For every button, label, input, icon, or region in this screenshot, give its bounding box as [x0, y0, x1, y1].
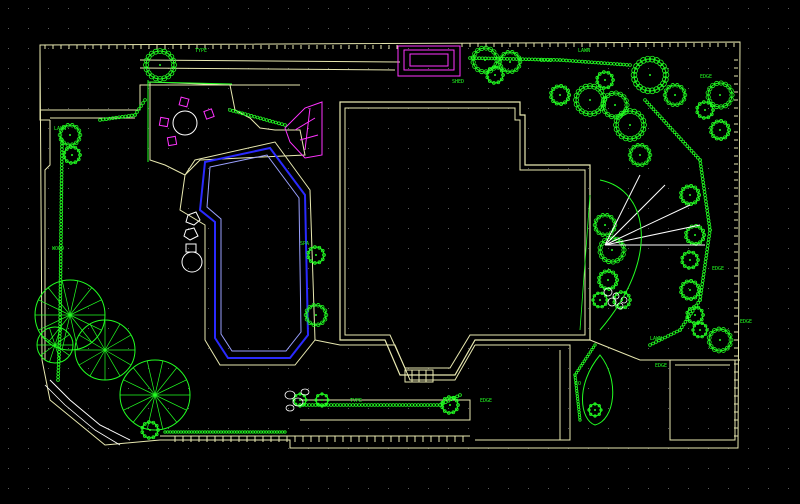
label-top-fence: TYPE — [195, 48, 207, 54]
label-right-low: EDGE — [740, 319, 752, 325]
label-right-mid: EDGE — [712, 266, 724, 272]
label-court: CO — [575, 381, 581, 387]
label-bed-3: EDGE — [655, 363, 667, 369]
label-gate: EDGE — [540, 58, 552, 64]
label-bed-1: LAWN — [650, 336, 662, 342]
label-right-hedge: EDGE — [700, 74, 712, 80]
landscape-site-plan: TYPE WOOD EDGE EDGE TYPE SHED LAWN EDGE … — [0, 0, 800, 500]
label-top-right: LAWN — [578, 48, 590, 54]
label-sidewalk: LAWN — [54, 126, 66, 132]
label-spa: SPA — [300, 241, 309, 247]
cad-viewport[interactable]: TYPE WOOD EDGE EDGE TYPE SHED LAWN EDGE … — [0, 0, 800, 500]
label-shed: SHED — [452, 79, 464, 85]
label-lower-fence: TYPE — [350, 398, 362, 404]
label-bed-2: EDGE — [480, 398, 492, 404]
label-left-hedge: WOOD — [52, 246, 64, 252]
